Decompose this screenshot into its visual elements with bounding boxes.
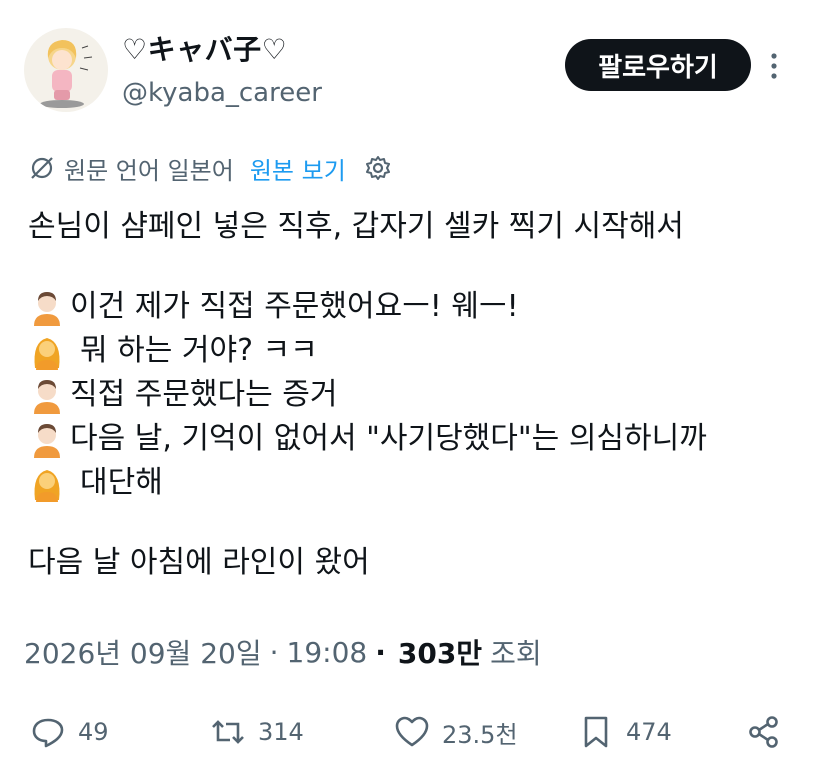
separator: · (375, 635, 386, 669)
tweet-header: ♡キャバ子♡ @kyaba_career 팔로우하기 (0, 0, 816, 130)
tweet-line-text: 손님이 샴페인 넣은 직후, 갑자기 셀카 찍기 시작해서 (28, 209, 684, 244)
tweet-actions: 49 314 23.5천 474 (30, 714, 790, 758)
like-button[interactable]: 23.5천 (394, 714, 518, 750)
reply-icon (32, 718, 64, 748)
tweet-line: 다음 날, 기억이 없어서 "사기당했다"는 의심하니까 (28, 417, 798, 461)
tweet-line-text: 다음 날 아침에 라인이 왔어 (28, 545, 370, 580)
bookmark-icon (584, 716, 608, 748)
like-count: 23.5천 (442, 720, 518, 749)
original-language-note: 원문 언어 일본어 (64, 156, 234, 185)
show-original-link[interactable]: 원본 보기 (250, 151, 346, 186)
display-name[interactable]: ♡キャバ子♡ (122, 28, 287, 68)
tweet-line: 손님이 샴페인 넣은 직후, 갑자기 셀카 찍기 시작해서 (28, 205, 798, 249)
views-label: 조회 (490, 637, 542, 670)
retweet-icon (212, 720, 244, 744)
man-emoji-icon (34, 292, 60, 326)
share-button[interactable] (746, 714, 794, 750)
heart-icon (395, 716, 429, 747)
tweet-line: 다음 날 아침에 라인이 왔어 (28, 541, 798, 585)
reply-count: 49 (78, 718, 109, 746)
tweet-meta: 2026년 09월 20일 · 19:08 · 303만 조회 (24, 632, 542, 672)
tweet-line-text: 직접 주문했다는 증거 (70, 377, 338, 412)
tweet-line: 대단해 (28, 461, 798, 505)
woman-emoji-icon (34, 470, 60, 502)
bookmark-button[interactable]: 474 (578, 714, 672, 750)
share-icon (749, 716, 778, 748)
tweet-text: 손님이 샴페인 넣은 직후, 갑자기 셀카 찍기 시작해서 이건 제가 직접 주… (28, 205, 798, 585)
reply-button[interactable]: 49 (30, 714, 109, 750)
retweet-button[interactable]: 314 (210, 714, 304, 750)
views-count: 303만 (397, 637, 483, 670)
separator: · (269, 635, 279, 669)
gear-icon[interactable] (364, 154, 392, 182)
tweet-line-text: 대단해 (80, 465, 163, 500)
tweet-line: 이건 제가 직접 주문했어요ㅡ! 웨ㅡ! (28, 285, 798, 329)
man-emoji-icon (34, 424, 60, 458)
more-options-icon[interactable] (764, 50, 784, 82)
tweet-line-text: 이건 제가 직접 주문했어요ㅡ! 웨ㅡ! (70, 289, 519, 324)
man-emoji-icon (34, 380, 60, 414)
tweet-line: 뭐 하는 거야? ㅋㅋ (28, 329, 798, 373)
tweet-line-text: 다음 날, 기억이 없어서 "사기당했다"는 의심하니까 (70, 421, 707, 456)
tweet-time[interactable]: 19:08 (287, 636, 368, 669)
user-handle[interactable]: @kyaba_career (122, 78, 322, 108)
translation-bar: 원문 언어 일본어 원본 보기 (28, 148, 392, 188)
woman-emoji-icon (34, 338, 60, 370)
retweet-count: 314 (258, 718, 304, 746)
tweet-line-text: 뭐 하는 거야? ㅋㅋ (80, 333, 318, 368)
avatar[interactable] (24, 28, 108, 112)
tweet-date[interactable]: 2026년 09월 20일 (24, 632, 262, 672)
tweet-line: 직접 주문했다는 증거 (28, 373, 798, 417)
follow-button[interactable]: 팔로우하기 (565, 39, 751, 91)
translate-off-icon (31, 157, 53, 179)
bookmark-count: 474 (626, 718, 672, 746)
